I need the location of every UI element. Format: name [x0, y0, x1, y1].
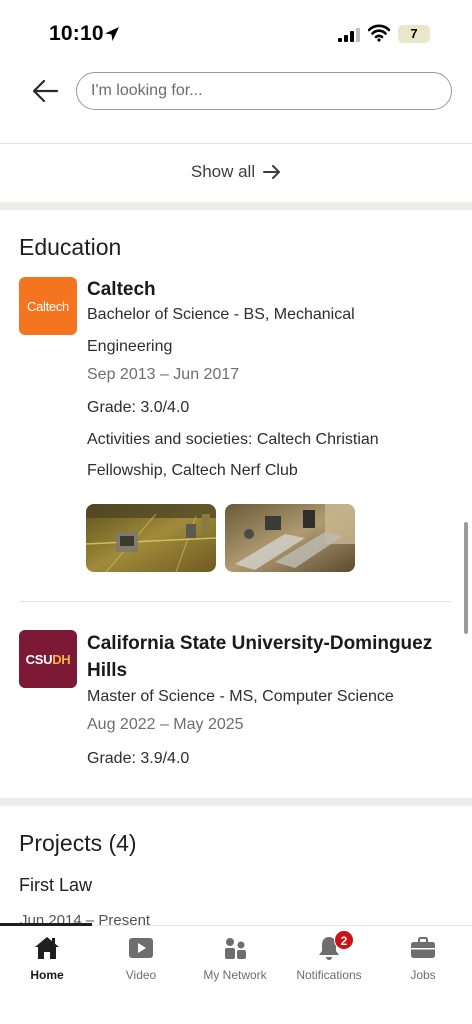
scrollbar[interactable]: [464, 522, 468, 634]
dates-csudh: Aug 2022 – May 2025: [87, 716, 244, 733]
machine-shop-photo: [225, 504, 355, 572]
wifi-icon: [368, 24, 390, 42]
csudh-logo-text-b: DH: [52, 651, 71, 667]
section-separator: [0, 798, 472, 806]
grade-caltech: Grade: 3.0/4.0: [87, 399, 190, 416]
nav-label-home: Home: [30, 968, 64, 982]
nav-jobs[interactable]: Jobs: [376, 926, 470, 996]
notification-badge: 2: [334, 930, 354, 950]
project-title[interactable]: First Law: [19, 875, 92, 896]
degree-csudh: Master of Science - MS, Computer Science: [87, 688, 394, 705]
show-all-button[interactable]: Show all: [0, 152, 472, 192]
status-bar: 10:10 7: [0, 0, 472, 64]
briefcase-icon: [411, 937, 435, 958]
nav-label-notifications: Notifications: [296, 968, 362, 982]
media-thumbnail[interactable]: [86, 504, 216, 572]
status-time: 10:10: [49, 22, 104, 45]
media-thumbnail[interactable]: [225, 504, 355, 572]
cellular-signal-icon: [338, 28, 360, 42]
nav-notifications[interactable]: 2 Notifications: [282, 926, 376, 996]
caltech-logo[interactable]: Caltech: [19, 277, 77, 335]
back-arrow-icon: [32, 79, 59, 103]
back-button[interactable]: [30, 76, 66, 106]
my-network-icon: [225, 938, 246, 959]
activities-caltech-line2: Fellowship, Caltech Nerf Club: [87, 462, 298, 479]
csudh-logo-text-a: CSU: [25, 651, 53, 667]
school-name-csudh-line1[interactable]: California State University-Dominguez: [87, 633, 432, 655]
nav-label-my-network: My Network: [203, 968, 267, 982]
grade-csudh: Grade: 3.9/4.0: [87, 750, 190, 767]
nav-home[interactable]: Home: [0, 926, 94, 996]
activities-caltech-line1: Activities and societies: Caltech Christ…: [87, 431, 379, 448]
search-bar[interactable]: [76, 72, 452, 110]
battery-level: 7: [410, 26, 418, 41]
video-icon: [129, 938, 153, 958]
csudh-logo[interactable]: CSU DH: [19, 630, 77, 688]
search-input[interactable]: [77, 73, 451, 109]
robotics-photo: [86, 504, 216, 572]
nav-video[interactable]: Video: [94, 926, 188, 996]
section-separator: [0, 202, 472, 210]
home-icon: [35, 937, 59, 959]
arrow-right-icon: [263, 165, 281, 179]
education-heading: Education: [19, 234, 122, 260]
show-all-label: Show all: [190, 162, 256, 181]
degree-caltech-line1: Bachelor of Science - BS, Mechanical: [87, 306, 355, 323]
nav-label-jobs: Jobs: [410, 968, 436, 982]
dates-caltech: Sep 2013 – Jun 2017: [87, 366, 240, 383]
degree-caltech-line2: Engineering: [87, 338, 173, 355]
nav-label-video: Video: [125, 968, 157, 982]
school-name-csudh-line2[interactable]: Hills: [87, 660, 127, 682]
battery-indicator: 7: [398, 25, 430, 43]
projects-heading: Projects (4): [19, 830, 137, 856]
bottom-navigation: Home Video My Network 2 Notifications Jo…: [0, 923, 472, 1024]
nav-my-network[interactable]: My Network: [188, 926, 282, 996]
divider: [19, 601, 452, 602]
caltech-logo-text: Caltech: [27, 298, 69, 314]
school-name-caltech[interactable]: Caltech: [87, 279, 156, 301]
location-arrow-icon: [105, 27, 119, 41]
divider: [0, 143, 472, 144]
